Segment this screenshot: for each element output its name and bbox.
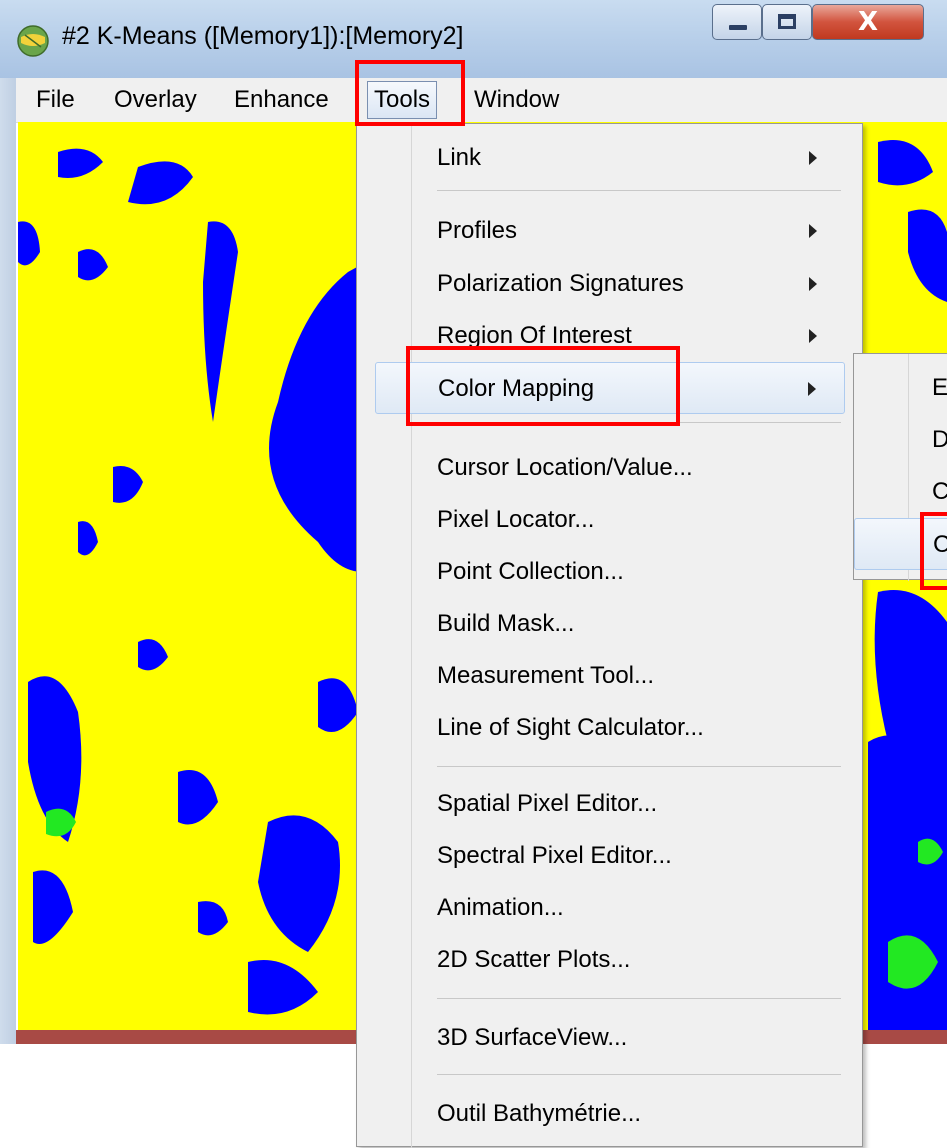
menu-item-profiles[interactable]: Profiles <box>381 205 839 257</box>
menu-file[interactable]: File <box>36 78 75 122</box>
menu-item-polarization-signatures[interactable]: Polarization Signatures <box>381 258 839 310</box>
menu-item-label: Build Mask... <box>437 610 575 637</box>
menu-separator <box>437 766 841 767</box>
triangle-right-icon <box>809 329 817 343</box>
maximize-button[interactable] <box>762 4 812 40</box>
menu-item-2d-scatter-plots[interactable]: 2D Scatter Plots... <box>381 934 839 986</box>
submenu-item-3[interactable]: C <box>870 466 947 518</box>
menu-item-label: Profiles <box>437 217 518 244</box>
close-icon: X <box>857 7 879 37</box>
window-titlebar[interactable]: #2 K-Means ([Memory1]):[Memory2] X <box>0 0 947 78</box>
submenu-item-label: E <box>932 374 947 401</box>
menu-item-label: Pixel Locator... <box>437 506 595 533</box>
highlight-box-tools <box>355 60 465 126</box>
highlight-box-submenu-item <box>920 512 947 590</box>
menu-item-build-mask[interactable]: Build Mask... <box>381 598 839 650</box>
minimize-button[interactable] <box>712 4 762 40</box>
submenu-item-label: C <box>932 478 947 505</box>
menu-item-cursor-location-value[interactable]: Cursor Location/Value... <box>381 442 839 494</box>
menu-item-label: 3D SurfaceView... <box>437 1024 628 1051</box>
menu-item-link[interactable]: Link <box>381 132 839 184</box>
submenu-item-2[interactable]: D <box>870 414 947 466</box>
triangle-right-icon <box>809 151 817 165</box>
menu-item-spatial-pixel-editor[interactable]: Spatial Pixel Editor... <box>381 778 839 830</box>
close-button[interactable]: X <box>812 4 924 40</box>
menu-item-label: Spectral Pixel Editor... <box>437 842 672 869</box>
window-title: #2 K-Means ([Memory1]):[Memory2] <box>62 22 464 50</box>
submenu-item-label: D <box>932 426 947 453</box>
menu-item-line-of-sight-calculator[interactable]: Line of Sight Calculator... <box>381 702 839 754</box>
menu-item-label: Outil Bathymétrie... <box>437 1100 642 1127</box>
envi-app-icon <box>17 25 49 57</box>
window-left-border <box>0 78 16 1147</box>
menu-window[interactable]: Window <box>474 78 559 122</box>
menu-item-label: Line of Sight Calculator... <box>437 714 704 741</box>
menu-item-label: Link <box>437 144 482 171</box>
menu-item-label: Point Collection... <box>437 558 624 585</box>
menu-separator <box>437 998 841 999</box>
menu-item-spectral-pixel-editor[interactable]: Spectral Pixel Editor... <box>381 830 839 882</box>
menu-separator <box>437 190 841 191</box>
menu-item-label: Cursor Location/Value... <box>437 454 693 481</box>
menu-item-label: Polarization Signatures <box>437 270 684 297</box>
menu-enhance[interactable]: Enhance <box>234 78 329 122</box>
menu-item-label: Measurement Tool... <box>437 662 654 689</box>
menu-item-label: Animation... <box>437 894 564 921</box>
menu-item-point-collection[interactable]: Point Collection... <box>381 546 839 598</box>
menu-item-outil-bathymetrie[interactable]: Outil Bathymétrie... <box>381 1088 839 1140</box>
tools-dropdown-menu: Link Profiles Polarization Signatures Re… <box>356 123 863 1148</box>
submenu-item-1[interactable]: E <box>870 362 947 414</box>
menu-item-label: 2D Scatter Plots... <box>437 946 631 973</box>
menu-item-animation[interactable]: Animation... <box>381 882 839 934</box>
menu-item-measurement-tool[interactable]: Measurement Tool... <box>381 650 839 702</box>
triangle-right-icon <box>809 224 817 238</box>
menu-item-label: Spatial Pixel Editor... <box>437 790 658 817</box>
menu-separator <box>437 1074 841 1075</box>
menu-item-pixel-locator[interactable]: Pixel Locator... <box>381 494 839 546</box>
triangle-right-icon <box>808 382 816 396</box>
triangle-right-icon <box>809 277 817 291</box>
menu-item-3d-surfaceview[interactable]: 3D SurfaceView... <box>381 1012 839 1064</box>
highlight-box-color-mapping <box>406 346 680 426</box>
menu-overlay[interactable]: Overlay <box>114 78 197 122</box>
menu-bar: File Overlay Enhance Tools Window <box>16 78 947 123</box>
